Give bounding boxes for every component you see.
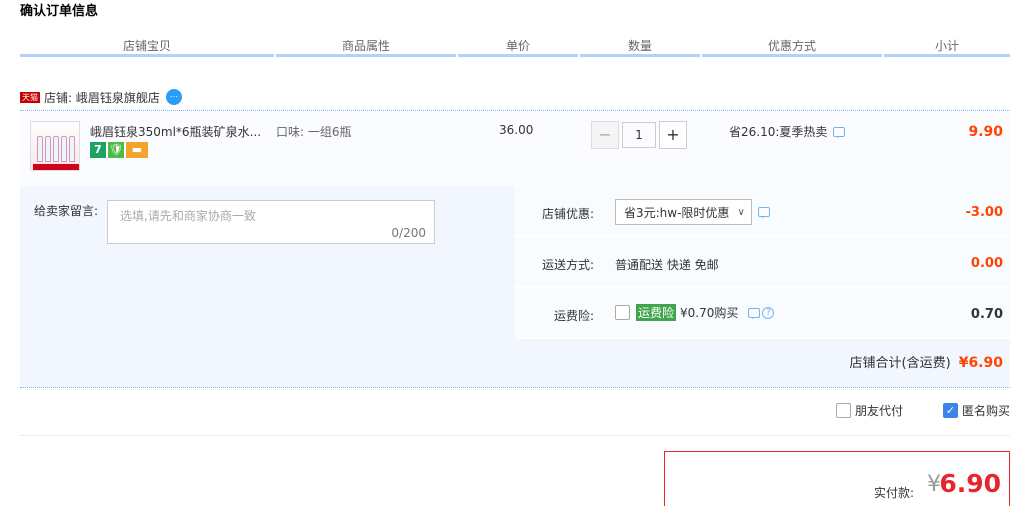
- order-item-row: 峨眉钰泉350ml*6瓶装矿泉水... 7 🛡 ▬ 口味: 一组6瓶 36.00…: [20, 110, 1010, 186]
- seven-day-return-icon[interactable]: 7: [90, 142, 106, 158]
- product-thumbnail[interactable]: [30, 121, 80, 171]
- bottle-shape: [53, 136, 59, 162]
- shop-total: 店铺合计(含运费) ¥6.90: [850, 352, 1003, 371]
- shop-discount-row: 店铺优惠: 省3元:hw-限时优惠 ∨ -3.00: [515, 186, 1010, 237]
- shop-discount-selected: 省3元:hw-限时优惠: [624, 205, 730, 220]
- shop-total-label: 店铺合计(含运费): [849, 356, 951, 371]
- insurance-price: ¥0.70购买: [680, 306, 739, 320]
- quantity-stepper: − 1 +: [591, 121, 687, 149]
- insurance-checkbox[interactable]: [615, 305, 630, 320]
- item-subtotal: 9.90: [968, 124, 1003, 140]
- shipping-row: 运送方式: 普通配送 快递 免邮 0.00: [515, 237, 1010, 288]
- credit-card-icon[interactable]: ▬: [126, 142, 148, 158]
- header-shop-items: 店铺宝贝: [20, 37, 274, 57]
- bottle-shape: [61, 136, 67, 162]
- page-title: 确认订单信息: [20, 4, 99, 19]
- order-options: 朋友代付 ✓ 匿名购买: [796, 402, 1010, 419]
- discount-info-icon[interactable]: [757, 207, 770, 218]
- quantity-input[interactable]: 1: [622, 122, 656, 148]
- decrease-quantity-button[interactable]: −: [591, 121, 619, 149]
- promotion-text: 省26.10:夏季热卖: [729, 125, 828, 139]
- shop-discount-value: 省3元:hw-限时优惠 ∨: [615, 199, 770, 225]
- chat-bubble-icon[interactable]: ⋯: [165, 89, 182, 105]
- payment-amount: 6.90: [939, 469, 1001, 498]
- unit-price: 36.00: [499, 123, 534, 137]
- insurance-label: 运费险:: [553, 309, 594, 323]
- anonymous-label: 匿名购买: [961, 404, 1010, 418]
- increase-quantity-button[interactable]: +: [659, 121, 687, 149]
- header-subtotal: 小计: [884, 37, 1010, 57]
- tmall-badge: 天猫: [20, 91, 40, 103]
- payment-label: 实付款:: [873, 486, 914, 500]
- chevron-down-icon: ∨: [737, 206, 745, 218]
- guarantee-icon[interactable]: 🛡: [108, 142, 124, 158]
- product-title-link[interactable]: 峨眉钰泉350ml*6瓶装矿泉水...: [90, 123, 265, 140]
- friend-pay-option[interactable]: 朋友代付: [835, 402, 903, 419]
- anonymous-option[interactable]: ✓ 匿名购买: [942, 402, 1010, 419]
- message-label: 给卖家留言:: [34, 204, 99, 218]
- shop-total-amount: ¥6.90: [958, 355, 1003, 371]
- item-promotion: 省26.10:夏季热卖: [729, 123, 846, 140]
- promotion-info-icon[interactable]: [833, 126, 846, 138]
- insurance-option: 运费险 ¥0.70购买 ?: [615, 304, 775, 321]
- divider: [20, 435, 1010, 436]
- shipping-label: 运送方式:: [541, 258, 594, 272]
- shop-header: 天猫 店铺: 峨眉钰泉旗舰店 ⋯: [20, 88, 182, 106]
- shop-discount-select[interactable]: 省3元:hw-限时优惠 ∨: [615, 199, 752, 225]
- header-quantity: 数量: [580, 37, 700, 57]
- shop-name-link[interactable]: 店铺: 峨眉钰泉旗舰店: [44, 89, 160, 106]
- help-icon[interactable]: ?: [762, 306, 775, 319]
- friend-pay-label: 朋友代付: [854, 404, 903, 418]
- order-extras: 给卖家留言: 选填,请先和商家协商一致 0/200 店铺优惠: 省3元:hw-限…: [20, 186, 1010, 388]
- bottle-shape: [45, 136, 51, 162]
- header-attributes: 商品属性: [276, 37, 456, 57]
- insurance-row: 运费险: 运费险 ¥0.70购买 ? 0.70: [515, 288, 1010, 339]
- shop-discount-label: 店铺优惠:: [541, 207, 594, 221]
- message-placeholder: 选填,请先和商家协商一致: [120, 209, 256, 223]
- table-header: 店铺宝贝 商品属性 单价 数量 优惠方式 小计: [20, 37, 1010, 57]
- bottle-shape: [37, 136, 43, 162]
- insurance-chat-icon[interactable]: [748, 307, 761, 319]
- insurance-amount: 0.70: [970, 307, 1003, 322]
- anonymous-checkbox[interactable]: ✓: [942, 403, 958, 418]
- bottle-shape: [69, 136, 75, 162]
- shop-discount-amount: -3.00: [965, 205, 1003, 220]
- message-char-count: 0/200: [391, 226, 426, 240]
- friend-pay-checkbox[interactable]: [835, 403, 851, 418]
- shipping-amount: 0.00: [970, 256, 1003, 271]
- header-discount: 优惠方式: [702, 37, 882, 57]
- header-unit-price: 单价: [458, 37, 578, 57]
- seller-message-input[interactable]: 选填,请先和商家协商一致 0/200: [107, 200, 435, 244]
- insurance-tag: 运费险: [636, 304, 677, 321]
- order-summary-panel: 店铺优惠: 省3元:hw-限时优惠 ∨ -3.00 运送方式: 普通配送 快递 …: [515, 186, 1010, 339]
- payment-summary: 实付款: ¥ 6.90: [664, 451, 1010, 506]
- shipping-method: 普通配送 快递 免邮: [615, 258, 719, 272]
- product-attribute: 口味: 一组6瓶: [276, 125, 352, 139]
- product-badges: 7 🛡 ▬: [90, 142, 148, 158]
- product-label-strip: [33, 164, 79, 170]
